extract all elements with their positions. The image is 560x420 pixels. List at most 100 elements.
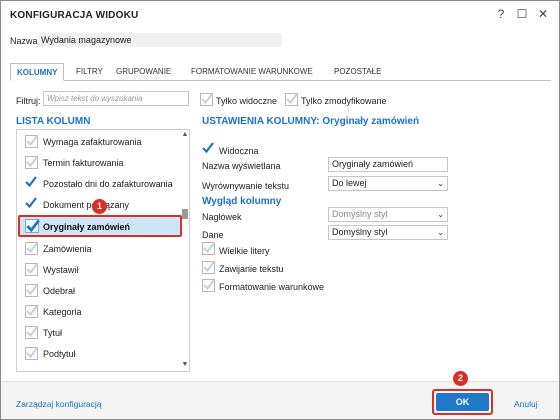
dialog-footer: Zarządzaj konfiguracją OK Anuluj <box>1 381 559 419</box>
check-icon <box>26 284 38 296</box>
cancel-link[interactable]: Anuluj <box>514 399 538 409</box>
list-item[interactable]: Wymaga zafakturowania <box>17 131 181 152</box>
display-name-input[interactable]: Oryginały zamówień <box>328 157 448 172</box>
list-item[interactable]: Wystawił <box>17 259 181 280</box>
column-checkbox[interactable] <box>25 135 38 148</box>
column-checkbox[interactable] <box>25 242 38 255</box>
name-label: Nazwa: <box>10 36 41 46</box>
data-style-select[interactable]: Domyślny styl ⌄ <box>328 225 448 240</box>
check-icon <box>203 242 215 254</box>
tab-other[interactable]: POZOSTAŁE <box>328 63 387 81</box>
callout-badge-2: 2 <box>453 371 468 386</box>
check-icon <box>26 156 38 168</box>
column-checkbox[interactable] <box>25 284 38 297</box>
conditional-formatting-checkbox[interactable] <box>202 279 215 292</box>
wrap-text-checkbox[interactable] <box>202 261 215 274</box>
only-visible-checkbox[interactable] <box>200 93 213 106</box>
check-icon <box>25 197 37 209</box>
column-list[interactable]: Wymaga zafakturowania Termin fakturowani… <box>16 129 190 372</box>
header-style-value: Domyślny styl <box>332 209 388 219</box>
ok-highlight: OK <box>432 389 493 415</box>
only-visible-label: Tylko widoczne <box>216 96 278 106</box>
only-modified-label: Tylko zmodyfikowane <box>301 96 387 106</box>
column-label: Tytuł <box>43 328 63 338</box>
only-modified-checkbox[interactable] <box>285 93 298 106</box>
check-icon <box>26 263 38 275</box>
list-item[interactable]: Termin fakturowania <box>17 152 181 173</box>
column-label: Wystawił <box>43 265 79 275</box>
list-item[interactable]: Kategoria <box>17 301 181 322</box>
check-icon <box>203 261 215 273</box>
data-style-label: Dane <box>202 230 224 240</box>
check-icon <box>202 142 214 154</box>
scroll-down-icon[interactable]: ▼ <box>181 361 189 369</box>
name-input[interactable]: Wydania magazynowe <box>38 33 282 47</box>
uppercase-label: Wielkie litery <box>219 246 270 256</box>
help-icon[interactable]: ? <box>494 7 508 21</box>
check-icon <box>201 93 213 105</box>
tab-bar: KOLUMNY FILTRY GRUPOWANIE FORMATOWANIE W… <box>10 63 551 81</box>
ok-button[interactable]: OK <box>436 393 489 411</box>
check-icon <box>26 242 38 254</box>
uppercase-checkbox[interactable] <box>202 242 215 255</box>
column-checkbox[interactable] <box>25 197 38 211</box>
check-icon <box>26 326 38 338</box>
column-list-title: LISTA KOLUMN <box>16 116 91 127</box>
tab-columns[interactable]: KOLUMNY <box>10 63 65 81</box>
chevron-down-icon: ⌄ <box>437 179 444 188</box>
column-checkbox[interactable] <box>25 347 38 360</box>
alignment-label: Wyrównywanie tekstu <box>202 181 289 191</box>
alignment-select[interactable]: Do lewej ⌄ <box>328 176 448 191</box>
column-checkbox[interactable] <box>25 326 38 339</box>
column-list-scrollbar[interactable]: ▲ ▼ <box>180 129 190 372</box>
column-checkbox[interactable] <box>25 156 38 169</box>
filter-input[interactable]: Wpisz tekst do wyszukania <box>43 91 189 106</box>
list-item[interactable]: Odebrał <box>17 280 181 301</box>
column-label: Dokument powiązany <box>43 200 130 210</box>
visible-checkbox[interactable] <box>202 142 215 156</box>
list-item[interactable]: Zamówienia <box>17 238 181 259</box>
tab-conditional-formatting[interactable]: FORMATOWANIE WARUNKOWE <box>185 63 319 81</box>
configuration-dialog: KONFIGURACJA WIDOKU ? ☐ ✕ Nazwa: Wydania… <box>0 0 560 420</box>
callout-badge-1: 1 <box>92 199 107 214</box>
check-icon <box>25 176 37 188</box>
wrap-text-label: Zawijanie tekstu <box>219 264 284 274</box>
data-style-value: Domyślny styl <box>332 227 388 237</box>
maximize-icon[interactable]: ☐ <box>515 7 529 21</box>
manage-configuration-link[interactable]: Zarządzaj konfiguracją <box>16 399 102 409</box>
display-name-label: Nazwa wyświetlana <box>202 161 281 171</box>
column-label: Odebrał <box>43 286 76 296</box>
alignment-value: Do lewej <box>332 178 367 188</box>
title-bar: KONFIGURACJA WIDOKU ? ☐ ✕ <box>1 1 559 27</box>
chevron-down-icon: ⌄ <box>437 228 444 237</box>
close-icon[interactable]: ✕ <box>536 7 550 21</box>
column-label: Termin fakturowania <box>43 158 124 168</box>
scroll-thumb[interactable] <box>182 209 188 219</box>
list-item[interactable]: Podtytuł <box>17 343 181 364</box>
column-label: Wymaga zafakturowania <box>43 137 142 147</box>
scroll-up-icon[interactable]: ▲ <box>181 131 189 139</box>
appearance-title: Wygląd kolumny <box>202 196 282 207</box>
check-icon <box>26 219 40 233</box>
column-label: Pozostało dni do zafakturowania <box>43 179 173 189</box>
header-style-label: Nagłówek <box>202 212 242 222</box>
check-icon <box>286 93 298 105</box>
header-style-select[interactable]: Domyślny styl ⌄ <box>328 207 448 222</box>
filter-label: Filtruj: <box>16 96 41 106</box>
check-icon <box>26 347 38 359</box>
column-label: Zamówienia <box>43 244 92 254</box>
column-checkbox[interactable] <box>25 305 38 318</box>
column-checkbox[interactable] <box>25 176 38 190</box>
check-icon <box>203 279 215 291</box>
list-item[interactable]: Tytuł <box>17 322 181 343</box>
list-item-selected[interactable]: Oryginały zamówień <box>18 215 182 237</box>
tab-grouping[interactable]: GRUPOWANIE <box>110 63 177 81</box>
column-checkbox[interactable] <box>25 263 38 276</box>
tab-filters[interactable]: FILTRY <box>70 63 109 81</box>
column-label: Oryginały zamówień <box>43 222 131 232</box>
column-settings-title: USTAWIENIA KOLUMNY: Oryginały zamówień <box>202 116 420 127</box>
chevron-down-icon: ⌄ <box>437 210 444 219</box>
column-checkbox[interactable] <box>25 219 40 233</box>
visible-label: Widoczna <box>219 146 259 156</box>
list-item[interactable]: Pozostało dni do zafakturowania <box>17 173 181 194</box>
